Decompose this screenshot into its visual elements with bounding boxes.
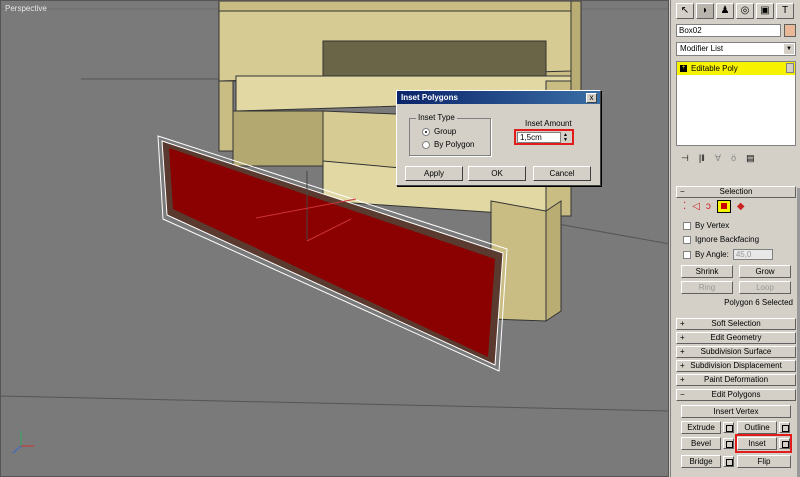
flip-button[interactable]: Flip <box>737 455 791 468</box>
dialog-title: Inset Polygons <box>397 91 600 104</box>
stack-toolbar: ⊣ |‖ ∀ ö ▤ <box>676 151 796 165</box>
checkbox-icon <box>683 250 691 259</box>
make-unique-icon[interactable]: ∀ <box>715 153 721 164</box>
rollout-edit-geometry[interactable]: + Edit Geometry <box>676 332 796 344</box>
ring-button[interactable]: Ring <box>681 281 733 294</box>
display-tab-icon[interactable]: ▣ <box>756 3 774 19</box>
radio-off-icon <box>422 140 430 149</box>
extrude-button[interactable]: Extrude <box>681 421 721 434</box>
inset-button[interactable]: Inset <box>737 437 777 450</box>
scene-geometry <box>1 1 668 454</box>
stack-item-editable-poly[interactable]: + Editable Poly <box>677 62 795 75</box>
expand-icon[interactable]: + <box>680 65 687 72</box>
configure-sets-icon[interactable]: ▤ <box>746 153 755 164</box>
rollout-edit-polygons[interactable]: − Edit Polygons <box>676 389 796 401</box>
element-icon[interactable]: ◆ <box>737 201 745 212</box>
by-angle-checkbox[interactable]: By Angle: 45,0 <box>683 249 773 260</box>
rollout-soft-selection[interactable]: + Soft Selection <box>676 318 796 330</box>
selection-status: Polygon 6 Selected <box>724 298 793 307</box>
bevel-settings-icon[interactable] <box>723 438 734 449</box>
perspective-viewport[interactable]: Perspective Inset Polygons x Inset Type … <box>0 0 669 477</box>
edge-icon[interactable]: ◁ <box>692 201 700 212</box>
by-vertex-checkbox[interactable]: By Vertex <box>683 221 729 230</box>
expand-icon: + <box>680 333 685 342</box>
outline-settings-icon[interactable] <box>779 422 790 433</box>
outline-button[interactable]: Outline <box>737 421 777 434</box>
utilities-tab-icon[interactable]: T <box>776 3 794 19</box>
close-icon[interactable]: x <box>586 93 597 103</box>
checkbox-icon <box>683 235 691 244</box>
rollout-selection-label: Selection <box>719 187 753 196</box>
inset-amount-label: Inset Amount <box>525 119 572 128</box>
inset-amount-highlight: 1,5cm ▲ ▼ <box>514 129 574 145</box>
modifier-stack[interactable]: + Editable Poly <box>676 61 796 146</box>
modifier-list-label: Modifier List <box>680 44 724 53</box>
extrude-settings-icon[interactable] <box>723 422 734 433</box>
inset-type-group: Inset Type Group By Polygon <box>409 113 491 156</box>
motion-tab-icon[interactable]: ◎ <box>736 3 754 19</box>
command-panel: ↖ ◗ ♟ ◎ ▣ T Box02 Modifier List ▼ + Edit… <box>670 0 800 477</box>
expand-icon: + <box>680 319 685 328</box>
ignore-backfacing-label: Ignore Backfacing <box>695 235 760 244</box>
angle-input[interactable]: 45,0 <box>732 249 773 260</box>
inset-settings-icon[interactable] <box>779 438 790 449</box>
radio-by-polygon[interactable]: By Polygon <box>422 140 474 149</box>
rollout-label: Subdivision Displacement <box>690 361 782 370</box>
expand-icon: + <box>680 375 685 384</box>
ignore-backfacing-checkbox[interactable]: Ignore Backfacing <box>683 235 759 244</box>
spinner-icon[interactable]: ▲ ▼ <box>561 133 570 143</box>
checkbox-icon <box>683 221 691 230</box>
bridge-button[interactable]: Bridge <box>681 455 721 468</box>
radio-by-polygon-label: By Polygon <box>434 140 475 149</box>
border-icon[interactable]: ↄ <box>706 201 711 212</box>
viewport-label[interactable]: Perspective <box>5 4 47 13</box>
apply-button[interactable]: Apply <box>405 166 463 181</box>
bridge-settings-icon[interactable] <box>723 456 734 467</box>
ok-button[interactable]: OK <box>468 166 526 181</box>
by-angle-label: By Angle: <box>695 250 729 259</box>
radio-group[interactable]: Group <box>422 127 456 136</box>
by-vertex-label: By Vertex <box>695 221 730 230</box>
inset-polygons-dialog: Inset Polygons x Inset Type Group By Pol… <box>396 90 601 186</box>
remove-modifier-icon[interactable]: ö <box>731 153 736 163</box>
expand-icon: + <box>680 361 685 370</box>
rollout-label: Subdivision Surface <box>700 347 772 356</box>
radio-group-label: Group <box>434 127 457 136</box>
create-tab-icon[interactable]: ↖ <box>676 3 694 19</box>
pin-stack-icon[interactable]: ⊣ <box>681 153 689 164</box>
axis-tripod <box>12 431 34 454</box>
expand-icon: + <box>680 347 685 356</box>
loop-button[interactable]: Loop <box>739 281 791 294</box>
inset-type-label: Inset Type <box>416 113 457 122</box>
rollout-label: Edit Geometry <box>710 333 762 342</box>
bevel-button[interactable]: Bevel <box>681 437 721 450</box>
rollout-selection[interactable]: − Selection <box>676 186 796 198</box>
collapse-icon: − <box>680 390 685 399</box>
chevron-down-icon: ▼ <box>784 44 794 54</box>
hierarchy-tab-icon[interactable]: ♟ <box>716 3 734 19</box>
stack-item-label: Editable Poly <box>691 64 738 73</box>
object-color-swatch[interactable] <box>784 24 796 37</box>
inset-amount-input[interactable]: 1,5cm <box>517 132 561 143</box>
rollout-label: Soft Selection <box>711 319 761 328</box>
cancel-button[interactable]: Cancel <box>533 166 591 181</box>
rollout-paint-deformation[interactable]: + Paint Deformation <box>676 374 796 386</box>
rollout-subdivision-displacement[interactable]: + Subdivision Displacement <box>676 360 796 372</box>
object-name-field[interactable]: Box02 <box>676 24 781 37</box>
modify-tab-icon[interactable]: ◗ <box>696 3 714 19</box>
radio-on-icon <box>422 127 430 136</box>
insert-vertex-button[interactable]: Insert Vertex <box>681 405 791 418</box>
rollout-label: Paint Deformation <box>703 375 769 384</box>
shrink-button[interactable]: Shrink <box>681 265 733 278</box>
polygon-icon[interactable] <box>716 200 731 213</box>
rollout-label: Edit Polygons <box>711 390 761 399</box>
show-end-result-icon[interactable]: |‖ <box>699 153 705 163</box>
vertex-icon[interactable]: ⁚ <box>683 201 686 212</box>
grow-button[interactable]: Grow <box>739 265 791 278</box>
stack-scrollbar[interactable] <box>786 63 794 73</box>
collapse-icon: − <box>680 187 685 196</box>
subobject-icons: ⁚ ◁ ↄ ◆ <box>683 200 745 213</box>
modifier-list-dropdown[interactable]: Modifier List ▼ <box>676 42 796 56</box>
rollout-subdivision-surface[interactable]: + Subdivision Surface <box>676 346 796 358</box>
